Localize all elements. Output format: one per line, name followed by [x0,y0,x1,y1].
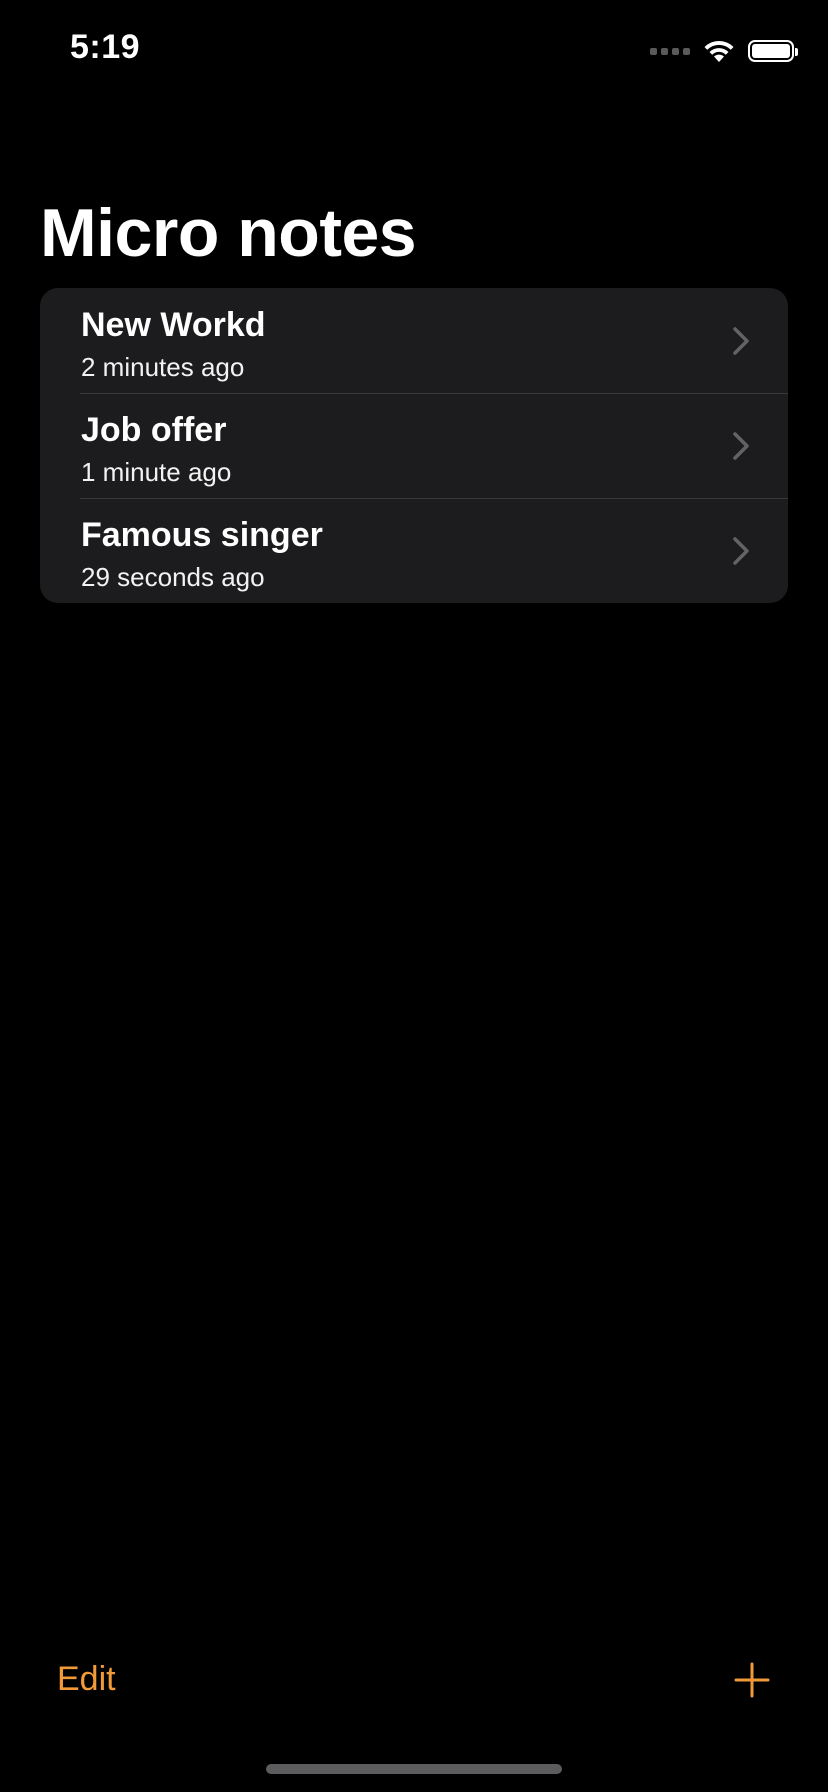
wifi-icon [704,40,734,62]
battery-icon [748,40,798,62]
note-title: Famous singer [81,516,323,554]
edit-button[interactable]: Edit [57,1658,116,1700]
notes-list: New Workd 2 minutes ago Job offer 1 minu… [40,288,788,603]
chevron-right-icon [733,327,749,355]
note-title: Job offer [81,411,227,449]
note-row[interactable]: Famous singer 29 seconds ago [40,498,788,603]
note-row[interactable]: New Workd 2 minutes ago [40,288,788,393]
add-note-button[interactable] [734,1662,770,1698]
status-icons [650,36,798,66]
note-time: 1 minute ago [81,457,232,487]
chevron-right-icon [733,432,749,460]
note-title: New Workd [81,306,266,344]
note-time: 2 minutes ago [81,352,245,382]
note-row[interactable]: Job offer 1 minute ago [40,393,788,498]
home-indicator[interactable] [266,1764,562,1774]
chevron-right-icon [733,537,749,565]
status-bar: 5:19 [0,0,828,100]
page-title: Micro notes [40,195,417,271]
note-time: 29 seconds ago [81,562,265,592]
plus-icon [734,1662,770,1698]
status-time: 5:19 [70,28,141,66]
cellular-signal-icon [650,47,690,55]
